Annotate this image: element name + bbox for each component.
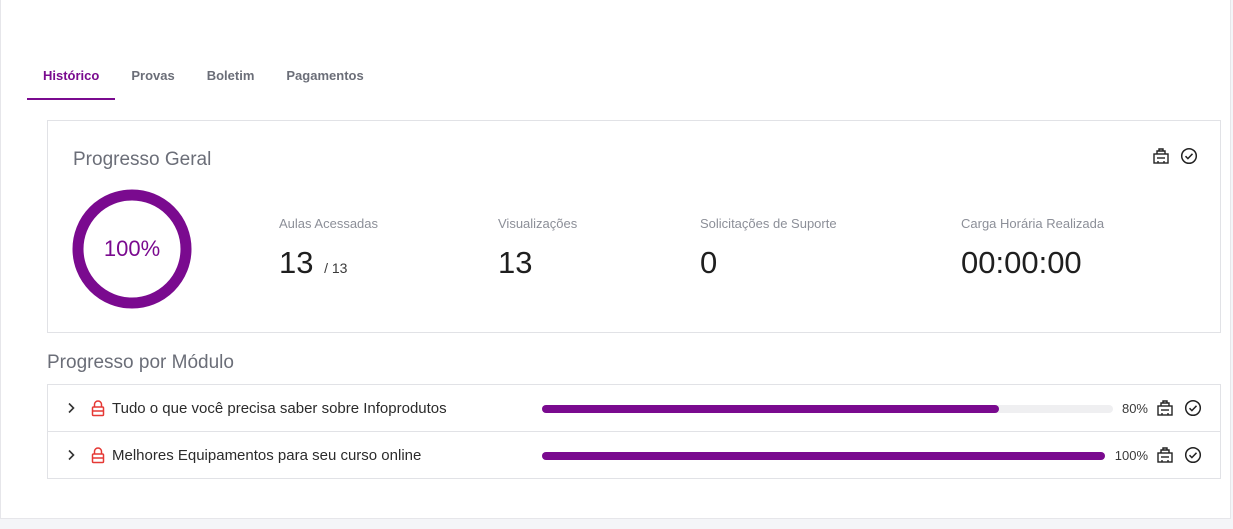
module-title[interactable]: Tudo o que você precisa saber sobre Info… (112, 400, 447, 417)
module-row[interactable]: Tudo o que você precisa saber sobre Info… (48, 385, 1220, 432)
page: Histórico Provas Boletim Pagamentos Prog… (0, 0, 1231, 519)
stat-visualizacoes: Visualizações 13 (498, 216, 577, 281)
module-progress-title: Progresso por Módulo (47, 352, 234, 373)
module-title[interactable]: Melhores Equipamentos para seu curso onl… (112, 447, 421, 464)
check-circle-icon[interactable] (1180, 147, 1198, 165)
stat-value: 0 (700, 245, 718, 280)
stat-label: Visualizações (498, 216, 578, 231)
lock-icon (90, 446, 106, 464)
stat-label: Solicitações de Suporte (700, 216, 837, 231)
tab-boletim[interactable]: Boletim (191, 60, 271, 100)
chevron-right-icon[interactable] (64, 448, 78, 462)
certificate-icon[interactable] (1152, 147, 1170, 165)
tab-bar: Histórico Provas Boletim Pagamentos (27, 60, 380, 101)
check-circle-icon[interactable] (1184, 446, 1202, 464)
certificate-icon[interactable] (1156, 399, 1174, 417)
stat-value: 00:00:00 (961, 245, 1082, 280)
stat-value: 13 / 13 (279, 245, 378, 281)
stat-value: 13 (498, 245, 533, 280)
stat-aulas-acessadas: Aulas Acessadas 13 / 13 (279, 216, 378, 281)
module-actions (1156, 399, 1202, 417)
stat-label: Carga Horária Realizada (961, 216, 1105, 231)
certificate-icon[interactable] (1156, 446, 1174, 464)
stat-value-main: 13 (279, 245, 314, 280)
module-list: Tudo o que você precisa saber sobre Info… (47, 384, 1221, 479)
module-progress-bar (542, 452, 1105, 460)
module-progress-fill (542, 452, 1105, 460)
stat-label: Aulas Acessadas (279, 216, 379, 231)
stat-solicitacoes-suporte: Solicitações de Suporte 0 (700, 216, 837, 281)
chevron-right-icon[interactable] (64, 401, 78, 415)
check-circle-icon[interactable] (1184, 399, 1202, 417)
overall-progress-percent: 100% (103, 236, 161, 261)
overall-progress-card: Progresso Geral 100% Aulas Acessadas 13 … (47, 120, 1221, 333)
lock-icon (90, 399, 106, 417)
module-progress-bar (542, 405, 1113, 413)
stat-carga-horaria: Carga Horária Realizada 00:00:00 (961, 216, 1104, 281)
stat-value-total: / 13 (324, 260, 348, 276)
tab-provas[interactable]: Provas (115, 60, 190, 100)
tab-historico[interactable]: Histórico (27, 60, 116, 100)
module-row[interactable]: Melhores Equipamentos para seu curso onl… (48, 432, 1220, 478)
module-progress-percent: 100% (1114, 448, 1148, 463)
tab-pagamentos[interactable]: Pagamentos (270, 60, 379, 100)
module-progress-fill (542, 405, 999, 413)
overall-progress-ring: 100% (72, 189, 192, 309)
overall-progress-title: Progresso Geral (73, 149, 212, 170)
module-actions (1156, 446, 1202, 464)
card-actions (1152, 147, 1198, 165)
module-progress-percent: 80% (1121, 401, 1148, 416)
